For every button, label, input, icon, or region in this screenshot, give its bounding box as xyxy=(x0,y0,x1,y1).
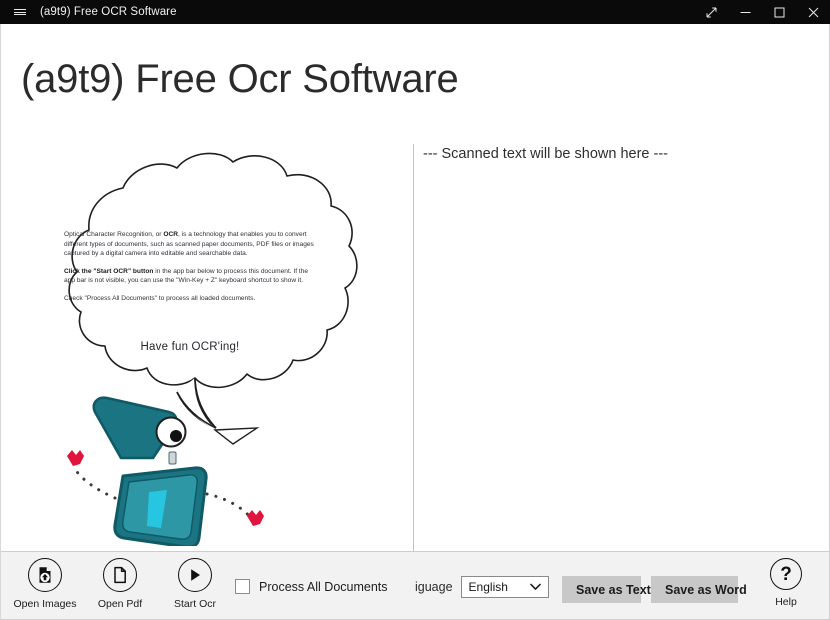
doc-paragraph-2: Click the "Start OCR" button in the app … xyxy=(64,267,316,286)
app-bar: Open Images Open Pdf xyxy=(1,551,829,619)
diagonal-arrow-icon xyxy=(706,7,717,18)
help-button[interactable]: ? Help xyxy=(764,558,808,608)
open-images-circle xyxy=(28,558,62,592)
content-area: Optical Character Recognition, or OCR, i… xyxy=(1,128,829,548)
process-all-documents-label: Process All Documents xyxy=(259,580,388,594)
open-pdf-button[interactable]: Open Pdf xyxy=(77,558,163,610)
sample-document-text: Optical Character Recognition, or OCR, i… xyxy=(64,230,316,304)
ocr-language-group: iguage English xyxy=(415,576,555,598)
close-button[interactable] xyxy=(796,0,830,24)
open-pdf-label: Open Pdf xyxy=(77,598,163,610)
ocr-language-label: iguage xyxy=(415,580,453,594)
doc-p2-bold: Click the "Start OCR" button xyxy=(64,268,153,275)
checkbox-box[interactable] xyxy=(235,579,250,594)
minimize-icon xyxy=(740,7,751,18)
play-icon xyxy=(186,566,204,584)
doc-paragraph-3: Check "Process All Documents" to process… xyxy=(64,294,316,304)
close-x-icon xyxy=(808,7,819,18)
start-ocr-button[interactable]: Start Ocr xyxy=(152,558,238,610)
question-mark-icon: ? xyxy=(770,558,802,590)
maximize-button[interactable] xyxy=(762,0,796,24)
start-ocr-label: Start Ocr xyxy=(152,598,238,610)
doc-p1-bold: OCR xyxy=(163,231,178,238)
minimize-button[interactable] xyxy=(728,0,762,24)
doc-paragraph-1: Optical Character Recognition, or OCR, i… xyxy=(64,230,316,259)
document-preview-pane[interactable]: Optical Character Recognition, or OCR, i… xyxy=(1,128,413,548)
start-ocr-circle xyxy=(178,558,212,592)
ocr-language-value: English xyxy=(462,580,508,594)
image-upload-icon xyxy=(36,566,54,584)
doc-signoff: Have fun OCR'ing! xyxy=(64,341,316,353)
ocr-result-pane[interactable]: --- Scanned text will be shown here --- xyxy=(414,128,829,548)
ocr-result-placeholder: --- Scanned text will be shown here --- xyxy=(423,146,668,162)
ocr-language-select[interactable]: English xyxy=(461,576,549,598)
document-icon xyxy=(111,566,129,584)
ocr-bird-mascot xyxy=(67,398,264,546)
process-all-documents-checkbox[interactable]: Process All Documents xyxy=(235,579,388,594)
window-title: (a9t9) Free OCR Software xyxy=(40,0,177,24)
save-as-word-button[interactable]: Save as Word xyxy=(651,576,738,603)
hamburger-menu-button[interactable] xyxy=(0,0,40,24)
save-as-text-button[interactable]: Save as Text xyxy=(562,576,641,603)
app-window: (a9t9) Free OCR Software xyxy=(0,0,830,620)
help-label: Help xyxy=(764,596,808,608)
restore-expand-button[interactable] xyxy=(694,0,728,24)
open-pdf-circle xyxy=(103,558,137,592)
open-images-button[interactable]: Open Images xyxy=(2,558,88,610)
chevron-down-icon xyxy=(530,584,541,591)
maximize-square-icon xyxy=(774,7,785,18)
open-images-label: Open Images xyxy=(2,598,88,610)
window-body: (a9t9) Free Ocr Software xyxy=(0,24,830,620)
title-bar: (a9t9) Free OCR Software xyxy=(0,0,830,24)
doc-p1-pre: Optical Character Recognition, or xyxy=(64,231,163,238)
page-title: (a9t9) Free Ocr Software xyxy=(21,57,459,102)
hamburger-icon xyxy=(14,8,26,17)
